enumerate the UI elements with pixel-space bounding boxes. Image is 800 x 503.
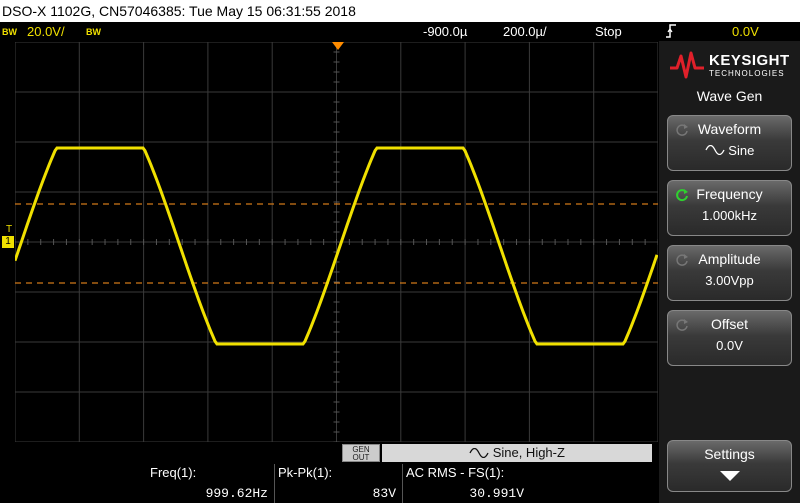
measurement-freq[interactable]: Freq(1): 999.62Hz	[146, 464, 275, 503]
logo-brand: KEYSIGHT	[709, 52, 790, 69]
status-bar: BW 20.0V/ BW -900.0µ 200.0µ/ Stop 0.0V	[0, 22, 800, 41]
sine-wave-icon	[705, 144, 725, 156]
measurement-label: AC RMS - FS(1):	[406, 465, 505, 480]
wavegen-status: Sine, High-Z	[382, 444, 652, 462]
trigger-level-marker[interactable]: T	[6, 224, 12, 235]
chevron-down-icon	[720, 471, 740, 481]
softkey-value: 3.00Vpp	[705, 273, 754, 288]
softkey-value: 0.0V	[716, 338, 743, 353]
ch1-ground-marker[interactable]: 1	[2, 236, 14, 248]
softkey-label: Waveform	[697, 121, 762, 137]
measurement-label: Pk-Pk(1):	[278, 465, 333, 480]
softkey-value-text: Sine	[728, 143, 755, 158]
softkey-frequency[interactable]: Frequency 1.000kHz	[667, 180, 792, 236]
measurement-pkpk[interactable]: Pk-Pk(1): 83V	[274, 464, 403, 503]
softkey-label: Offset	[710, 316, 749, 332]
softkey-value: Sine	[668, 143, 791, 158]
timebase-scale[interactable]: 200.0µ/	[503, 22, 547, 41]
measurement-ac-rms[interactable]: AC RMS - FS(1): 30.991V	[402, 464, 530, 503]
logo-sub: TECHNOLOGIES	[709, 69, 785, 78]
keysight-wave-icon	[670, 51, 704, 79]
trigger-position-marker[interactable]	[332, 42, 346, 52]
settings-label: Settings	[704, 446, 755, 462]
horizontal-position[interactable]: -900.0µ	[423, 22, 467, 41]
gen-out-label-bottom: OUT	[352, 453, 370, 462]
softkey-offset[interactable]: Offset 0.0V	[667, 310, 792, 366]
softkey-amplitude[interactable]: Amplitude 3.00Vpp	[667, 245, 792, 301]
keysight-logo: KEYSIGHT TECHNOLOGIES	[669, 48, 791, 84]
softkey-waveform[interactable]: Waveform Sine	[667, 115, 792, 171]
window-title: DSO-X 1102G, CN57046385: Tue May 15 06:3…	[0, 0, 800, 22]
ch1-vertical-scale[interactable]: 20.0V/	[27, 22, 65, 41]
trigger-level[interactable]: 0.0V	[732, 22, 759, 41]
measurement-value: 999.62Hz	[205, 486, 268, 501]
measurement-value: 30.991V	[469, 486, 524, 501]
measurement-label: Freq(1):	[150, 465, 197, 480]
sine-wave-icon	[469, 445, 489, 463]
softkey-value: 1.000kHz	[702, 208, 757, 223]
menu-title: Wave Gen	[696, 88, 763, 104]
settings-button[interactable]: Settings	[667, 440, 792, 492]
softkey-label: Amplitude	[698, 251, 761, 267]
ch2-bandwidth-limit-badge: BW	[86, 27, 101, 37]
run-state: Stop	[595, 24, 622, 39]
waveform-display[interactable]	[15, 42, 658, 442]
measurement-value: 83V	[372, 486, 396, 501]
graticule	[15, 42, 658, 442]
softkey-label: Frequency	[696, 186, 763, 202]
ch1-bandwidth-limit-badge: BW	[2, 27, 17, 37]
wavegen-status-text: Sine, High-Z	[492, 445, 565, 460]
gen-out-badge[interactable]: GEN OUT	[342, 444, 380, 462]
